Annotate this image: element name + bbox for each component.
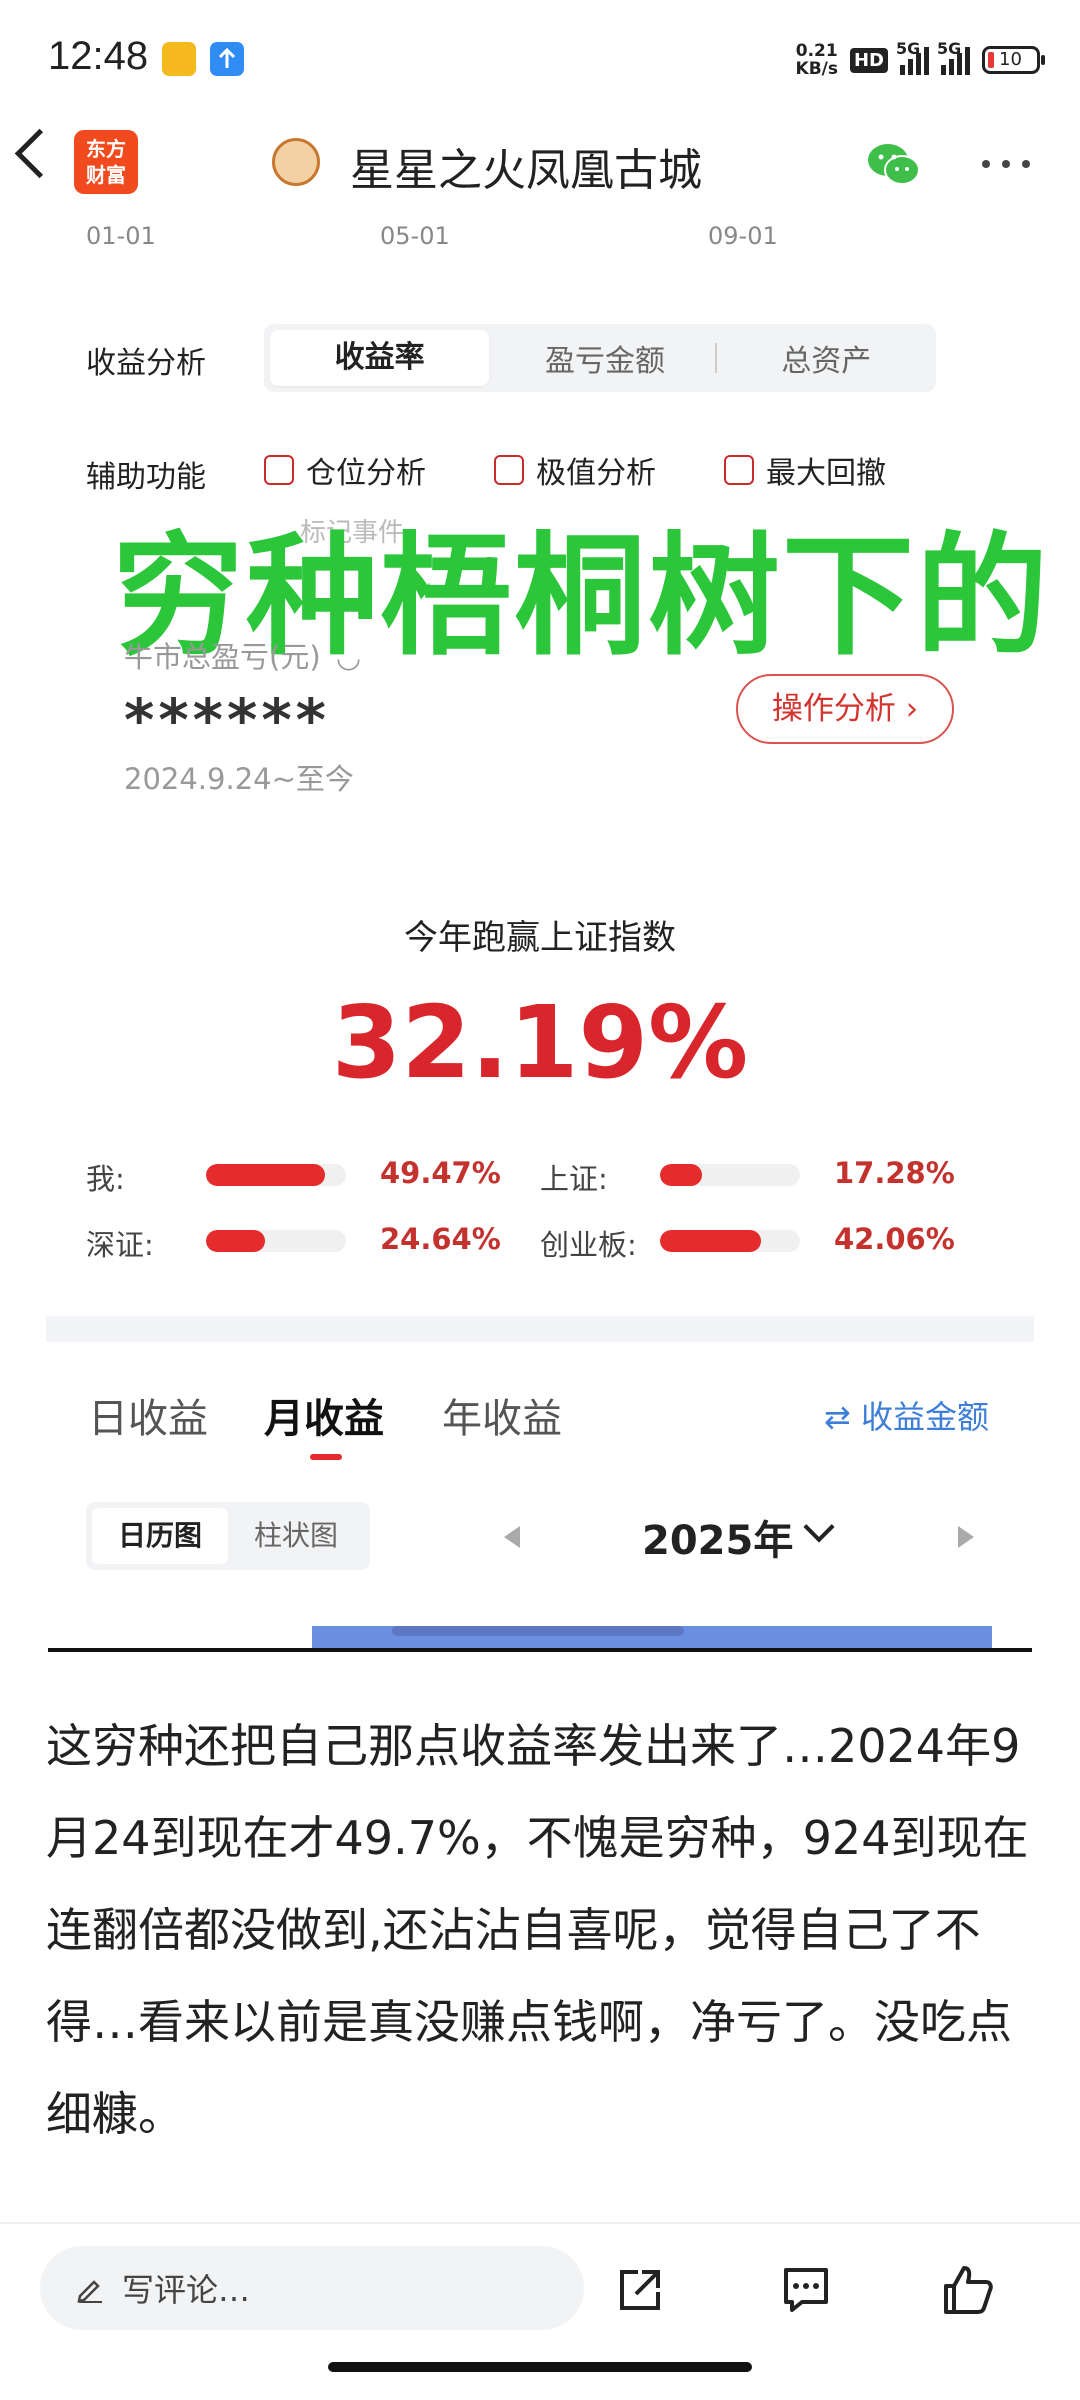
comparison-label: 深证:: [86, 1228, 154, 1262]
analysis-label: 收益分析: [86, 346, 206, 381]
bar-chart-view-button[interactable]: 柱状图: [228, 1508, 364, 1564]
chevron-down-icon[interactable]: [803, 1511, 835, 1543]
pencil-icon: [77, 2280, 102, 2303]
position-analysis-checkbox[interactable]: 仓位分析: [264, 448, 426, 492]
switch-return-amount-link[interactable]: ⇄ 收益金额: [824, 1392, 989, 1438]
axis-date: 01-01: [86, 222, 156, 250]
pnl-label: 牛市总盈亏(元) ◡: [124, 640, 362, 674]
tab-total-assets[interactable]: 总资产: [717, 336, 936, 380]
extreme-analysis-checkbox[interactable]: 极值分析: [494, 448, 656, 492]
battery-icon: 10: [982, 46, 1045, 74]
scroll-handle: [392, 1626, 684, 1636]
pnl-value: ******: [124, 686, 330, 754]
page-title: 星星之火凤凰古城: [350, 145, 702, 196]
more-options-icon[interactable]: [982, 160, 1030, 168]
tab-daily-return[interactable]: 日收益: [88, 1386, 208, 1444]
post-body-text: 这穷种还把自己那点收益率发出来了…2024年9月24到现在才49.7%，不愧是穷…: [46, 1719, 1029, 2141]
calendar-view-button[interactable]: 日历图: [92, 1508, 228, 1564]
checkbox-icon[interactable]: [724, 455, 754, 485]
beat-index-value: 32.19%: [331, 984, 749, 1101]
signal-5g-icon: 5G: [937, 39, 970, 75]
year-selector[interactable]: 2025年: [642, 1508, 793, 1566]
axis-date: 09-01: [708, 222, 778, 250]
comment-input[interactable]: 写评论…: [40, 2246, 584, 2330]
operation-analysis-button[interactable]: 操作分析 ›: [736, 674, 954, 744]
comparison-bar-fill: [660, 1164, 702, 1186]
comparison-bar: [660, 1164, 800, 1186]
checkbox-icon[interactable]: [264, 455, 294, 485]
next-year-icon[interactable]: [958, 1526, 974, 1548]
comparison-bar-fill: [206, 1164, 325, 1186]
comparison-bar: [660, 1230, 800, 1252]
comparison-label: 我:: [86, 1162, 125, 1196]
comparison-label: 创业板:: [540, 1228, 637, 1262]
app-logo[interactable]: 东方 财富: [74, 130, 138, 194]
view-mode-toggle: 日历图 柱状图: [86, 1502, 370, 1570]
comparison-value: 42.06%: [834, 1222, 955, 1256]
comparison-value: 24.64%: [380, 1222, 501, 1256]
net-speed: 0.21 KB/s: [795, 41, 838, 79]
comparison-bar-fill: [206, 1230, 265, 1252]
share-icon[interactable]: [612, 2262, 668, 2318]
pnl-range: 2024.9.24~至今: [124, 762, 354, 796]
like-thumbs-up-icon[interactable]: [940, 2262, 996, 2318]
home-indicator: [328, 2362, 752, 2372]
notes-app-icon: [162, 42, 196, 76]
back-icon[interactable]: [14, 128, 65, 179]
tab-pnl-amount[interactable]: 盈亏金额: [495, 336, 714, 380]
comparison-label: 上证:: [540, 1162, 608, 1196]
wechat-share-icon[interactable]: [866, 140, 922, 188]
tab-return-rate[interactable]: 收益率: [270, 330, 490, 386]
status-indicators: 0.21 KB/s HD 5G 5G 10: [795, 38, 1045, 82]
comparison-bar-fill: [660, 1230, 761, 1252]
comparison-bar: [206, 1230, 346, 1252]
comparison-bar: [206, 1164, 346, 1186]
analysis-tabs: 收益率 盈亏金额 总资产: [264, 324, 936, 392]
prev-year-icon[interactable]: [504, 1526, 520, 1548]
tab-monthly-return[interactable]: 月收益: [264, 1386, 384, 1444]
section-divider: [46, 1316, 1034, 1342]
image-border-line: [48, 1648, 1032, 1652]
upload-app-icon: [210, 42, 244, 76]
comparison-value: 49.47%: [380, 1156, 501, 1190]
comparison-value: 17.28%: [834, 1156, 955, 1190]
status-time: 12:48: [48, 34, 149, 78]
tab-yearly-return[interactable]: 年收益: [442, 1386, 562, 1444]
signal-5g-icon: 5G: [896, 39, 929, 75]
beat-index-title: 今年跑赢上证指数: [404, 918, 676, 958]
hd-voice-icon: HD: [849, 47, 888, 73]
active-tab-indicator: [310, 1454, 342, 1460]
hidden-eye-icon[interactable]: ◡: [336, 640, 361, 674]
axis-date: 05-01: [380, 222, 450, 250]
comment-icon[interactable]: [778, 2262, 834, 2318]
checkbox-icon[interactable]: [494, 455, 524, 485]
user-avatar[interactable]: [272, 138, 320, 186]
max-drawdown-checkbox[interactable]: 最大回撤: [724, 448, 886, 492]
